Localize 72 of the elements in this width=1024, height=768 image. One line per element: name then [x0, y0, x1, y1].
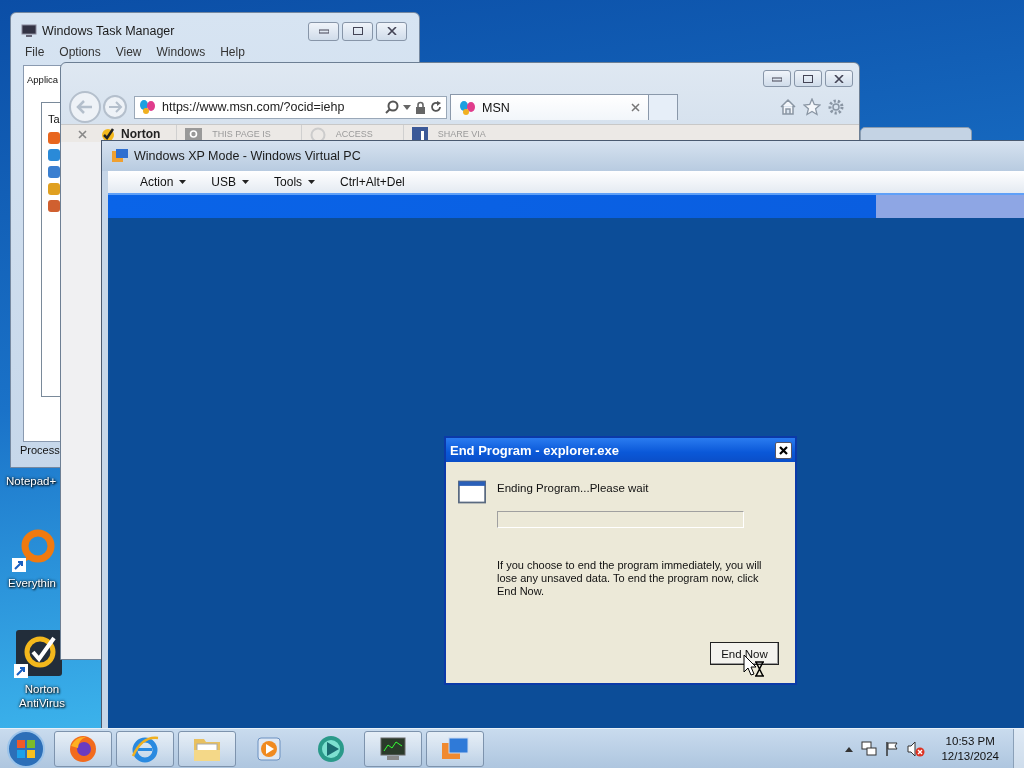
- clock[interactable]: 10:53 PM 12/13/2024: [941, 733, 999, 764]
- refresh-icon[interactable]: [430, 101, 442, 113]
- question-icon: [185, 127, 203, 141]
- maximize-button[interactable]: [342, 21, 373, 41]
- menu-item[interactable]: File: [25, 44, 45, 59]
- menu-item[interactable]: Options: [59, 44, 101, 59]
- status-text: Ending Program...Please wait: [497, 482, 650, 494]
- close-icon: [386, 27, 397, 35]
- checkmark-icon[interactable]: [14, 630, 62, 680]
- tab[interactable]: Applica: [27, 74, 59, 85]
- menu-item[interactable]: Ctrl+Alt+Del: [340, 175, 405, 189]
- app-icon: [48, 183, 60, 195]
- close-button[interactable]: [825, 70, 853, 87]
- app-icon: [48, 200, 60, 212]
- network-icon[interactable]: [861, 740, 878, 757]
- app-icon: [48, 149, 60, 161]
- desktop-icon-label[interactable]: Notepad+: [6, 474, 57, 488]
- settings-icon[interactable]: [827, 98, 845, 116]
- app-icon: [48, 132, 60, 144]
- app-icon: [48, 166, 60, 178]
- maximize-button[interactable]: [794, 70, 822, 87]
- menu-item[interactable]: USB: [211, 175, 250, 189]
- play-icon: [256, 735, 282, 762]
- menu-item[interactable]: Windows: [156, 44, 206, 59]
- caret-icon: [179, 180, 187, 184]
- message-text: If you choose to end the program immediately, you will lose any unsaved data. To end the program now, click End Now.: [497, 559, 763, 598]
- monitor-icon: [21, 24, 37, 38]
- column-header[interactable]: Ta: [48, 113, 60, 125]
- new-tab-button[interactable]: [649, 94, 678, 120]
- caret-icon: [242, 180, 250, 184]
- butterfly-icon: [139, 99, 157, 115]
- dialog-title: End Program - explorer.exe: [450, 442, 620, 458]
- share-icon: [411, 127, 428, 141]
- butterfly-icon: [459, 99, 477, 116]
- home-icon[interactable]: [779, 98, 797, 116]
- close-button[interactable]: [775, 441, 792, 459]
- menu-item[interactable]: Tools: [274, 175, 316, 189]
- menu-item[interactable]: View: [115, 44, 142, 59]
- close-icon: [834, 74, 844, 83]
- search-icon[interactable]: [385, 100, 399, 114]
- lock-icon: [415, 100, 426, 114]
- minimize-icon: [772, 75, 782, 82]
- taskbar-button[interactable]: [54, 730, 112, 767]
- tab[interactable]: Process: [20, 444, 60, 456]
- address-field[interactable]: https://www.msn.com/?ocid=iehp: [134, 95, 447, 119]
- taskbar-button[interactable]: [364, 730, 422, 767]
- play-icon: [315, 733, 347, 764]
- monitor-icon: [378, 735, 408, 762]
- start-button[interactable]: [6, 728, 46, 768]
- menu-item[interactable]: Help: [220, 44, 245, 59]
- caret-icon: [308, 180, 316, 184]
- fox-globe-icon: [68, 733, 98, 764]
- window-icon: [458, 479, 486, 505]
- window-title: Windows Task Manager: [42, 24, 175, 38]
- window-title: Windows XP Mode - Windows Virtual PC: [134, 149, 361, 163]
- maximize-icon: [352, 27, 363, 35]
- close-icon[interactable]: [78, 129, 87, 139]
- menu-item[interactable]: Action: [140, 175, 187, 189]
- minimize-icon: [318, 28, 329, 34]
- star-icon[interactable]: [803, 98, 821, 116]
- chevron-up-icon[interactable]: [845, 745, 854, 752]
- flag-icon[interactable]: [885, 740, 900, 757]
- maximize-icon: [803, 74, 813, 83]
- close-icon: [779, 445, 788, 455]
- brand-name: Norton: [121, 126, 161, 143]
- browser-tab[interactable]: MSN: [450, 94, 649, 120]
- close-button[interactable]: [376, 21, 407, 41]
- windows-icon: [112, 149, 128, 163]
- close-icon[interactable]: [631, 103, 640, 112]
- caret-icon[interactable]: [403, 104, 411, 110]
- end-now-button[interactable]: End Now: [710, 642, 779, 665]
- speaker-muted-icon[interactable]: [907, 740, 926, 757]
